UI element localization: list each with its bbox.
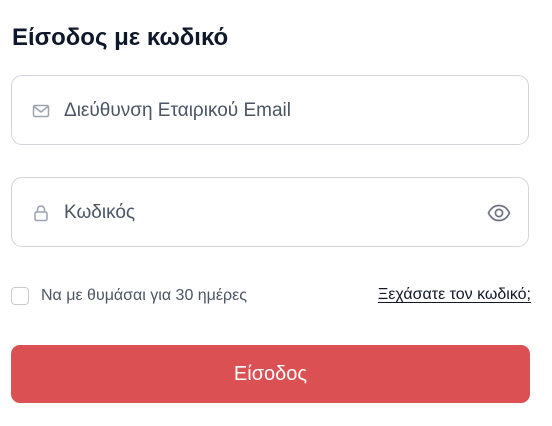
forgot-password-link[interactable]: Ξεχάσατε τον κωδικό; xyxy=(378,286,531,304)
eye-icon[interactable] xyxy=(487,202,511,224)
password-placeholder: Κωδικός xyxy=(64,202,136,223)
email-placeholder: Διεύθυνση Εταιρικού Email xyxy=(64,100,291,121)
remember-me: Να με θυμάσαι για 30 ημέρες xyxy=(11,285,247,307)
password-field[interactable]: Κωδικός xyxy=(11,177,529,247)
page-title: Είσοδος με κωδικό xyxy=(12,24,229,51)
remember-label: Να με θυμάσαι για 30 ημέρες xyxy=(41,287,247,304)
email-field[interactable]: Διεύθυνση Εταιρικού Email xyxy=(11,75,529,145)
mail-icon xyxy=(32,102,50,120)
remember-checkbox[interactable] xyxy=(11,287,29,305)
login-button[interactable]: Είσοδος xyxy=(11,345,530,403)
lock-icon xyxy=(32,204,50,222)
